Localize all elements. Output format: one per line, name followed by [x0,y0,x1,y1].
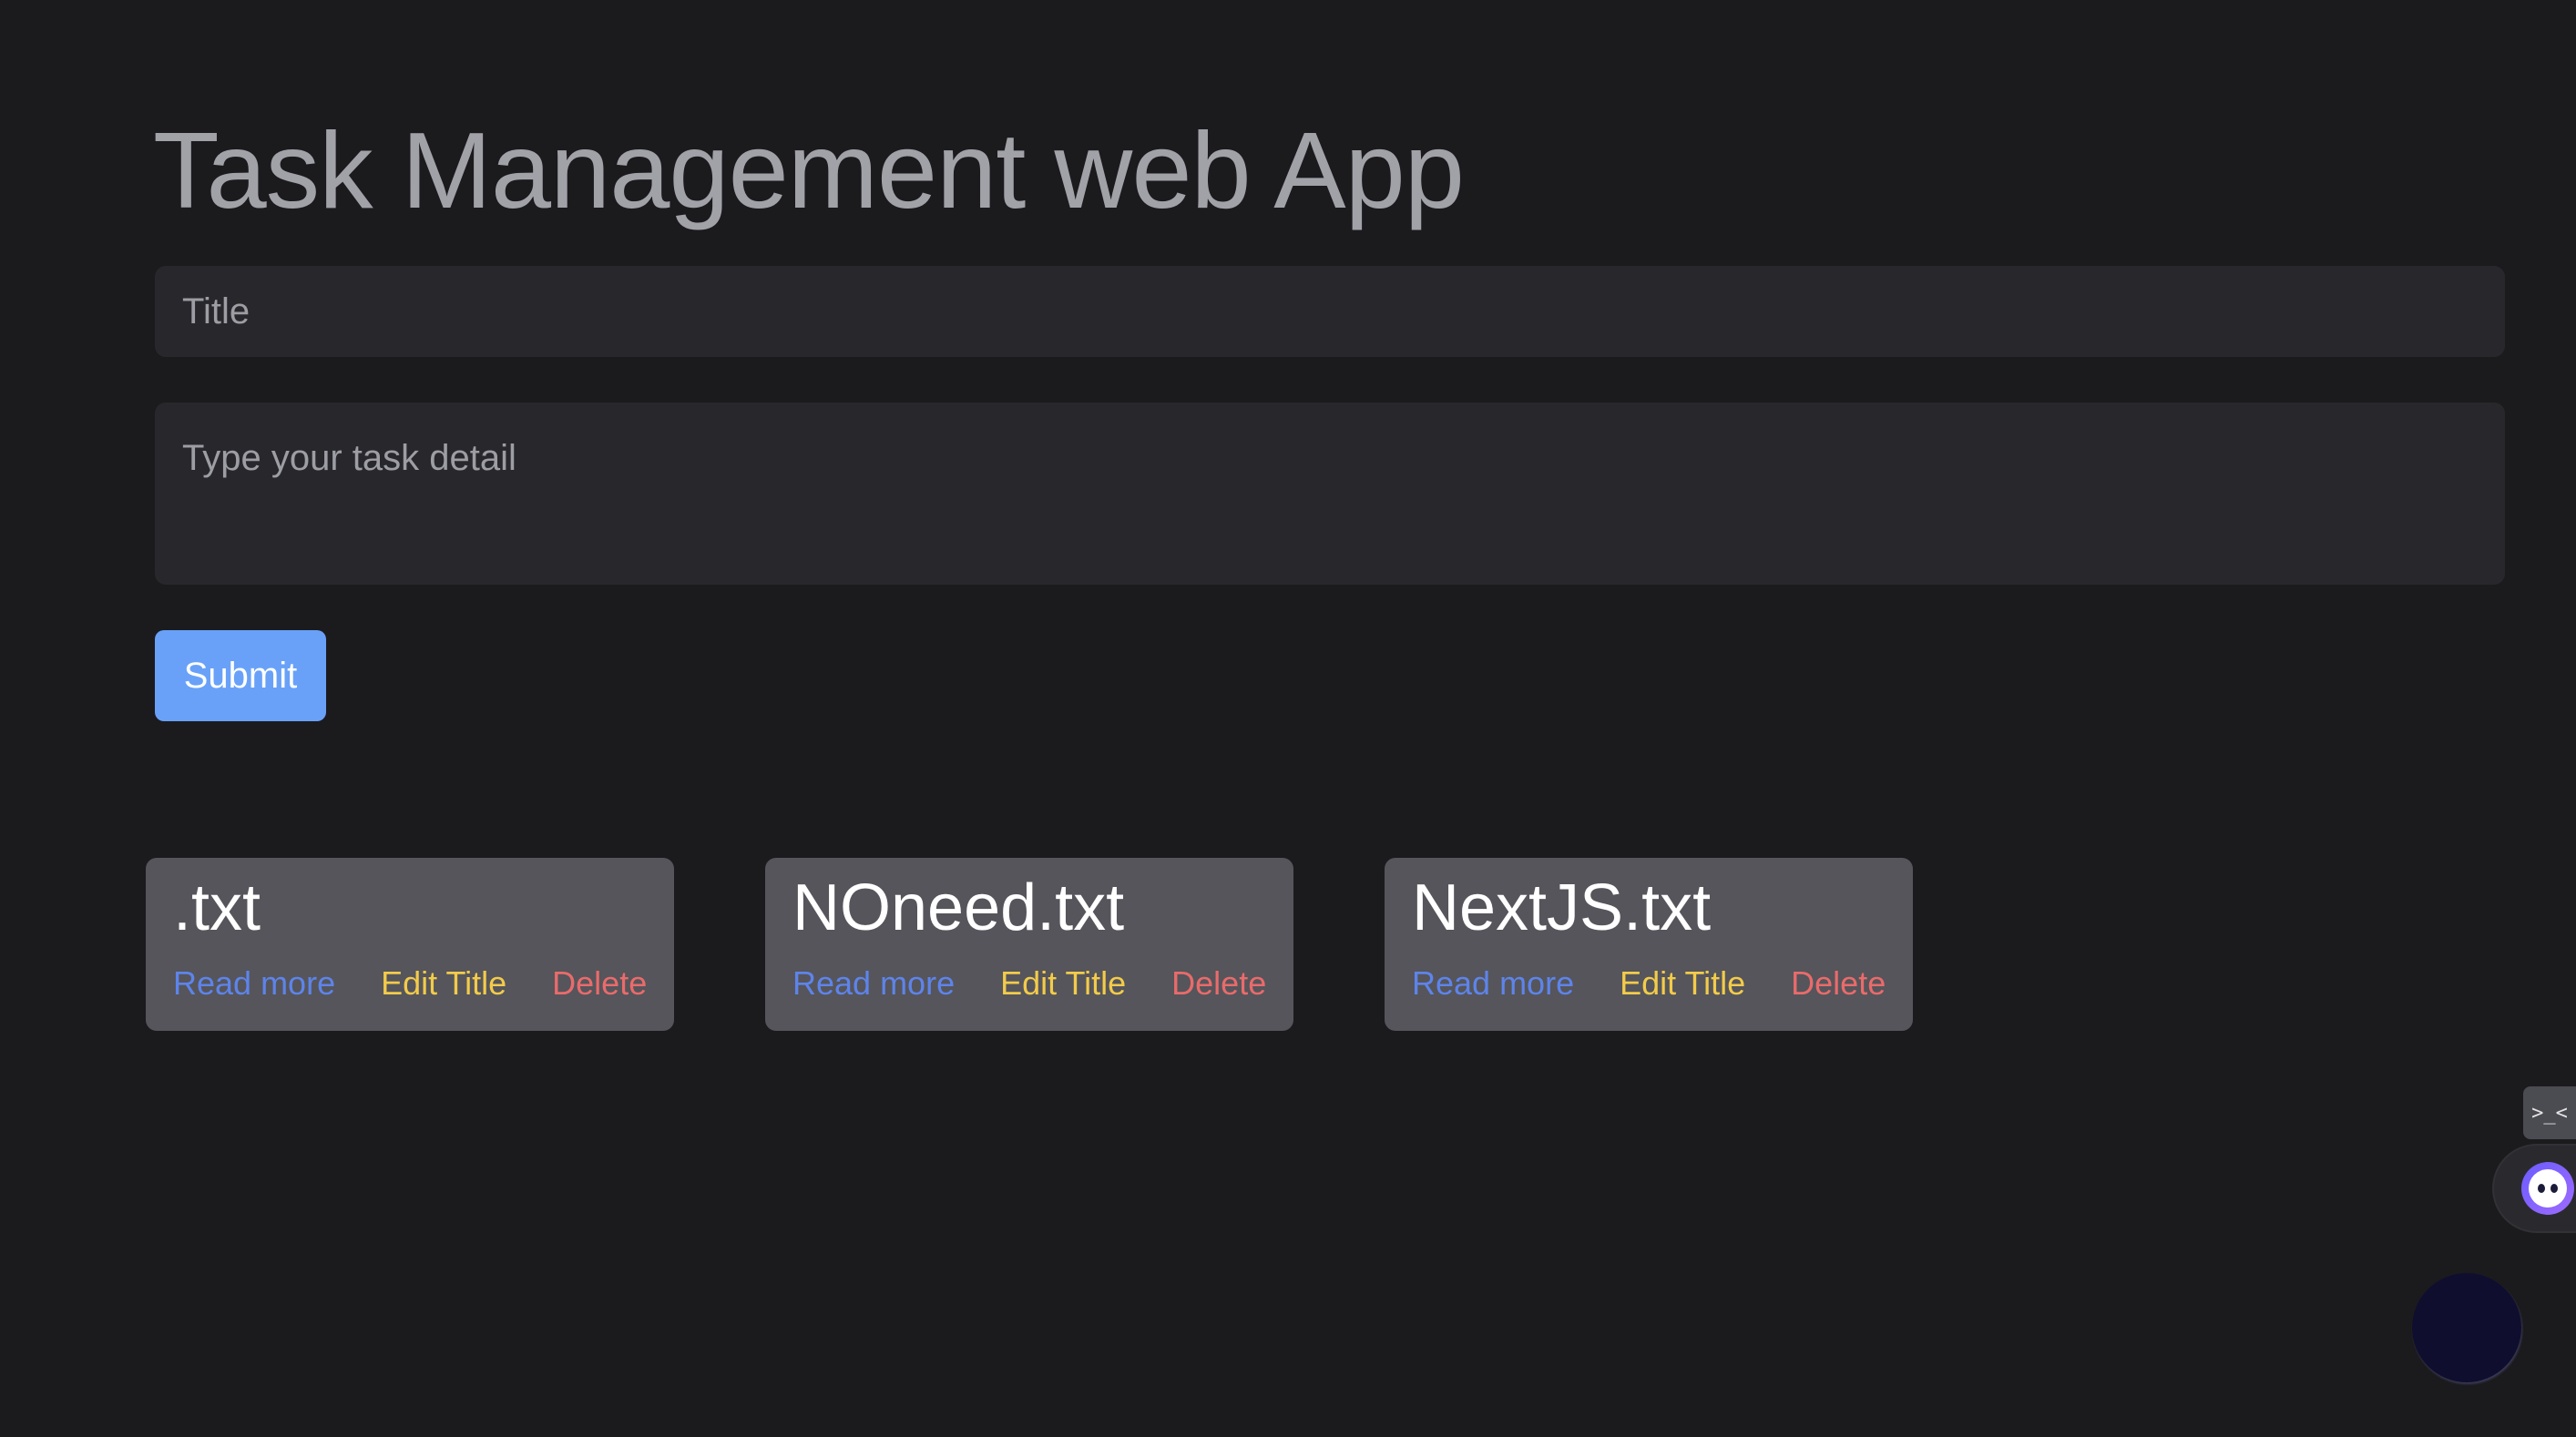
delete-link[interactable]: Delete [1791,965,1886,1002]
title-input[interactable] [155,266,2505,357]
mascot-face-inner [2529,1169,2567,1208]
terminal-glyph: >_< [2531,1101,2568,1125]
edit-title-link[interactable]: Edit Title [1620,965,1745,1002]
mascot-eye-right [2550,1184,2558,1193]
task-actions: Read more Edit Title Delete [1412,965,1886,1002]
delete-link[interactable]: Delete [1171,965,1266,1002]
assistant-widget-button[interactable] [2494,1146,2576,1231]
task-title: .txt [173,871,261,944]
task-card: NextJS.txt Read more Edit Title Delete [1385,858,1913,1031]
read-more-link[interactable]: Read more [1412,965,1574,1002]
task-title: NOneed.txt [792,871,1125,944]
task-card: .txt Read more Edit Title Delete [146,858,674,1031]
page-title: Task Management web App [153,110,1465,231]
submit-button[interactable]: Submit [155,630,326,721]
mascot-eye-left [2538,1184,2545,1193]
edit-title-link[interactable]: Edit Title [1000,965,1126,1002]
chat-bubble-icon[interactable] [2412,1273,2521,1382]
page: Task Management web App Submit .txt Read… [0,0,2576,1437]
task-card: NOneed.txt Read more Edit Title Delete [765,858,1293,1031]
mascot-face-icon [2521,1162,2574,1215]
read-more-link[interactable]: Read more [173,965,335,1002]
task-actions: Read more Edit Title Delete [792,965,1266,1002]
task-title: NextJS.txt [1412,871,1712,944]
edit-title-link[interactable]: Edit Title [381,965,506,1002]
delete-link[interactable]: Delete [552,965,647,1002]
task-actions: Read more Edit Title Delete [173,965,647,1002]
read-more-link[interactable]: Read more [792,965,955,1002]
task-detail-textarea[interactable] [155,403,2505,585]
terminal-icon[interactable]: >_< [2523,1086,2576,1139]
